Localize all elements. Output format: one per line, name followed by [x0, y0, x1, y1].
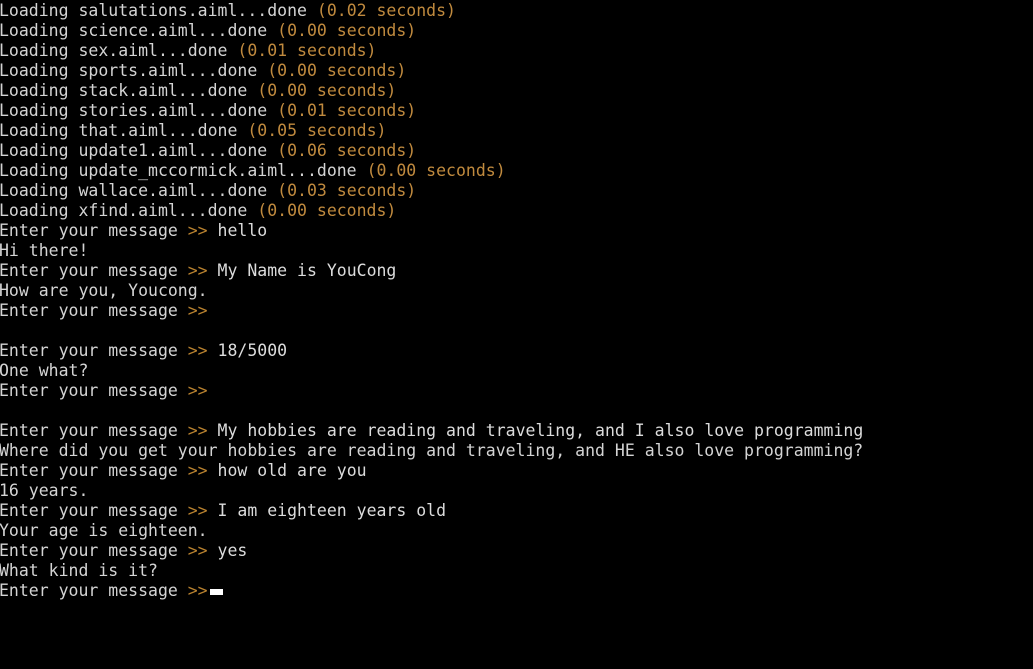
loading-line: Loading sports.aiml...done (0.00 seconds… [0, 61, 1033, 81]
bot-reply-line: What kind is it? [0, 561, 1033, 581]
user-input-text: My Name is YouCong [207, 261, 397, 280]
loading-time-label: (0.00 seconds) [267, 61, 407, 80]
bot-reply-text: Hi there! [0, 241, 89, 260]
loading-time-label: (0.00 seconds) [257, 201, 397, 220]
loading-time-label: (0.05 seconds) [247, 121, 387, 140]
loading-file-label: Loading stack.aiml...done [0, 81, 258, 100]
bot-reply-line: Your age is eighteen. [0, 521, 1033, 541]
prompt-arrow-icon: >> [187, 221, 208, 240]
prompt-arrow-icon: >> [187, 301, 208, 320]
prompt-label: Enter your message [0, 381, 188, 400]
loading-file-label: Loading update_mccormick.aiml...done [0, 161, 367, 180]
user-input-text: hello [207, 221, 268, 240]
prompt-line: Enter your message >> hello [0, 221, 1033, 241]
loading-line: Loading wallace.aiml...done (0.03 second… [0, 181, 1033, 201]
prompt-label: Enter your message [0, 461, 188, 480]
prompt-line: Enter your message >> [0, 381, 1033, 401]
loading-file-label: Loading sports.aiml...done [0, 61, 268, 80]
loading-time-label: (0.01 seconds) [277, 101, 417, 120]
prompt-arrow-icon: >> [187, 381, 208, 400]
terminal-screen: Loading salutations.aiml...done (0.02 se… [0, 1, 1033, 601]
bot-reply-line: 16 years. [0, 481, 1033, 501]
bot-reply-line: Hi there! [0, 241, 1033, 261]
prompt-arrow-icon: >> [187, 261, 208, 280]
loading-time-label: (0.01 seconds) [237, 41, 377, 60]
bot-reply-text: Your age is eighteen. [0, 521, 208, 540]
loading-line: Loading xfind.aiml...done (0.00 seconds) [0, 201, 1033, 221]
loading-line: Loading sex.aiml...done (0.01 seconds) [0, 41, 1033, 61]
prompt-arrow-icon: >> [187, 541, 208, 560]
prompt-label: Enter your message [0, 221, 188, 240]
prompt-line: Enter your message >> I am eighteen year… [0, 501, 1033, 521]
loading-time-label: (0.03 seconds) [277, 181, 417, 200]
loading-file-label: Loading salutations.aiml...done [0, 1, 317, 20]
prompt-line: Enter your message >> My hobbies are rea… [0, 421, 1033, 441]
prompt-line: Enter your message >> My Name is YouCong [0, 261, 1033, 281]
loading-file-label: Loading stories.aiml...done [0, 101, 278, 120]
prompt-label: Enter your message [0, 301, 188, 320]
prompt-label: Enter your message [0, 261, 188, 280]
loading-line: Loading science.aiml...done (0.00 second… [0, 21, 1033, 41]
loading-time-label: (0.00 seconds) [366, 161, 506, 180]
prompt-label: Enter your message [0, 341, 188, 360]
prompt-arrow-icon: >> [187, 421, 208, 440]
prompt-label: Enter your message [0, 581, 188, 600]
user-input-text: I am eighteen years old [207, 501, 447, 520]
loading-file-label: Loading sex.aiml...done [0, 41, 238, 60]
loading-line: Loading update1.aiml...done (0.06 second… [0, 141, 1033, 161]
loading-line: Loading stack.aiml...done (0.00 seconds) [0, 81, 1033, 101]
loading-time-label: (0.06 seconds) [277, 141, 417, 160]
user-input-text: 18/5000 [207, 341, 288, 360]
loading-time-label: (0.00 seconds) [257, 81, 397, 100]
loading-time-label: (0.02 seconds) [316, 1, 456, 20]
bot-reply-text: One what? [0, 361, 89, 380]
bot-reply-text: 16 years. [0, 481, 89, 500]
prompt-line: Enter your message >> yes [0, 541, 1033, 561]
loading-file-label: Loading that.aiml...done [0, 121, 248, 140]
loading-file-label: Loading xfind.aiml...done [0, 201, 258, 220]
active-prompt-line[interactable]: Enter your message >> [0, 581, 1033, 601]
prompt-label: Enter your message [0, 501, 188, 520]
prompt-arrow-icon: >> [187, 581, 208, 600]
loading-line: Loading update_mccormick.aiml...done (0.… [0, 161, 1033, 181]
loading-line: Loading stories.aiml...done (0.01 second… [0, 101, 1033, 121]
bot-reply-line: How are you, Youcong. [0, 281, 1033, 301]
loading-line: Loading salutations.aiml...done (0.02 se… [0, 1, 1033, 21]
bot-reply-text: Where did you get your hobbies are readi… [0, 441, 864, 460]
prompt-line: Enter your message >> how old are you [0, 461, 1033, 481]
user-input-text: how old are you [207, 461, 367, 480]
bot-reply-text: How are you, Youcong. [0, 281, 208, 300]
prompt-arrow-icon: >> [187, 501, 208, 520]
prompt-label: Enter your message [0, 421, 188, 440]
bot-reply-line: One what? [0, 361, 1033, 381]
text-cursor [209, 589, 223, 595]
prompt-arrow-icon: >> [187, 461, 208, 480]
loading-file-label: Loading wallace.aiml...done [0, 181, 278, 200]
loading-file-label: Loading update1.aiml...done [0, 141, 278, 160]
prompt-label: Enter your message [0, 541, 188, 560]
loading-time-label: (0.00 seconds) [277, 21, 417, 40]
prompt-line: Enter your message >> [0, 301, 1033, 321]
loading-file-label: Loading science.aiml...done [0, 21, 278, 40]
user-input-text: My hobbies are reading and traveling, an… [207, 421, 864, 440]
bot-reply-line: Where did you get your hobbies are readi… [0, 441, 1033, 461]
bot-reply-text: What kind is it? [0, 561, 158, 580]
terminal-window[interactable]: Loading salutations.aiml...done (0.02 se… [0, 0, 1033, 669]
prompt-arrow-icon: >> [187, 341, 208, 360]
loading-line: Loading that.aiml...done (0.05 seconds) [0, 121, 1033, 141]
prompt-line: Enter your message >> 18/5000 [0, 341, 1033, 361]
user-input-text: yes [207, 541, 248, 560]
